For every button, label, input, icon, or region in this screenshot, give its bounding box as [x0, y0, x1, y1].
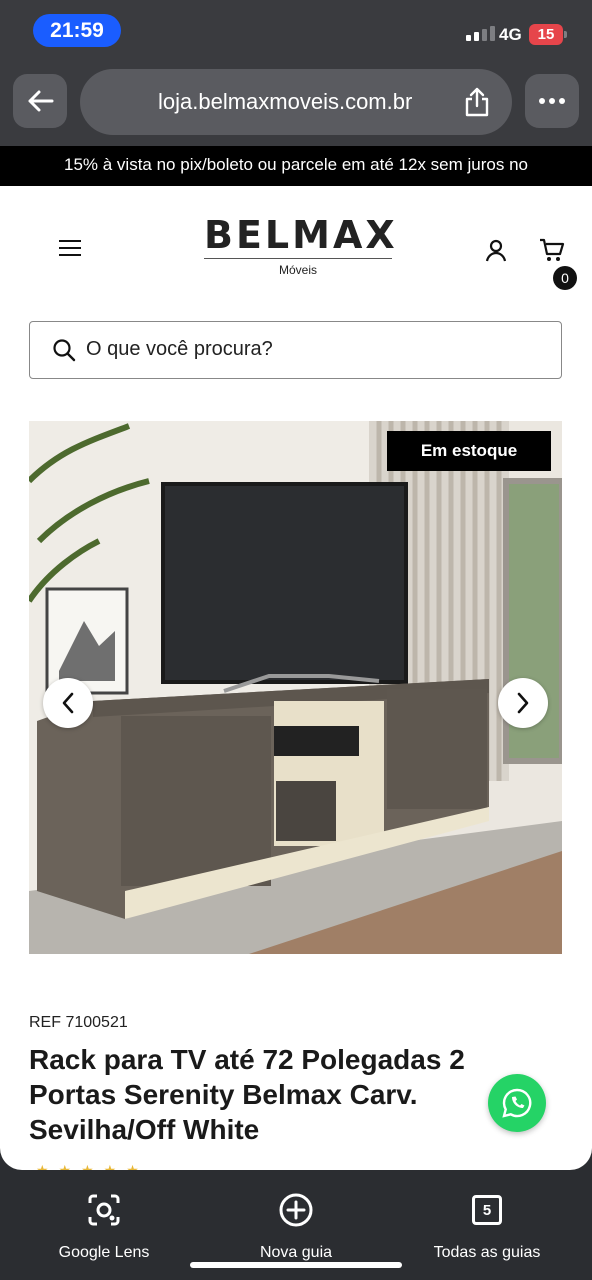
home-indicator[interactable]: [190, 1262, 402, 1268]
status-bar: 21:59 4G 15: [0, 0, 592, 60]
product-title: Rack para TV até 72 Polegadas 2 Portas S…: [29, 1044, 465, 1145]
stock-badge: Em estoque: [387, 431, 551, 471]
google-lens-label: Google Lens: [58, 1244, 150, 1261]
promo-banner: 15% à vista no pix/boleto ou parcele em …: [0, 146, 592, 186]
site-logo[interactable]: BELMAX Móveis: [204, 213, 398, 277]
product-photo: [29, 421, 562, 954]
chevron-right-icon: [517, 692, 529, 714]
url-bar[interactable]: loja.belmaxmoveis.com.br: [80, 69, 512, 135]
google-lens-button[interactable]: Google Lens: [50, 1190, 158, 1262]
carousel-next-button[interactable]: [498, 678, 548, 728]
rating-stars: ★★★★★: [36, 1162, 149, 1170]
user-account-icon[interactable]: [484, 238, 508, 262]
product-ref: REF 7100521: [29, 1014, 128, 1031]
whatsapp-icon: [502, 1088, 532, 1118]
status-time: 21:59: [33, 14, 121, 47]
more-options-button[interactable]: [525, 74, 579, 128]
signal-icon: [466, 26, 495, 41]
plus-circle-icon: [279, 1193, 313, 1227]
network-type: 4G: [499, 25, 522, 44]
hamburger-menu-icon[interactable]: [59, 240, 81, 261]
site-header: BELMAX Móveis 0: [0, 186, 592, 306]
browser-toolbar: Google Lens Nova guia 5 Todas as guias: [0, 1170, 592, 1280]
cart-count-badge: 0: [553, 266, 577, 290]
logo-subtitle: Móveis: [278, 263, 317, 277]
product-image[interactable]: Em estoque: [29, 421, 562, 954]
logo-divider: [204, 258, 392, 259]
arrow-left-icon: [28, 90, 54, 112]
search-input[interactable]: [86, 322, 546, 377]
new-tab-button[interactable]: Nova guia: [246, 1190, 346, 1262]
tabs-count-icon: 5: [472, 1195, 502, 1225]
whatsapp-button[interactable]: [488, 1074, 546, 1132]
tabs-count: 5: [482, 1201, 492, 1219]
url-text: loja.belmaxmoveis.com.br: [158, 89, 413, 114]
battery-icon: 15: [529, 24, 567, 45]
camera-lens-icon: [88, 1194, 120, 1226]
all-tabs-label: Todas as guias: [433, 1244, 541, 1261]
new-tab-label: Nova guia: [259, 1244, 333, 1261]
ellipsis-icon: [539, 98, 565, 104]
logo-wordmark: BELMAX: [204, 213, 398, 257]
browser-chrome: 21:59 4G 15 loja.belmaxmoveis.com.br: [0, 0, 592, 146]
back-button[interactable]: [13, 74, 67, 128]
all-tabs-button[interactable]: 5 Todas as guias: [425, 1190, 549, 1262]
search-icon: [53, 339, 76, 362]
carousel-prev-button[interactable]: [43, 678, 93, 728]
web-page: 15% à vista no pix/boleto ou parcele em …: [0, 146, 592, 1170]
chevron-left-icon: [62, 692, 74, 714]
share-icon[interactable]: [464, 87, 490, 117]
search-box[interactable]: [29, 321, 562, 379]
cart-icon[interactable]: [539, 238, 565, 262]
